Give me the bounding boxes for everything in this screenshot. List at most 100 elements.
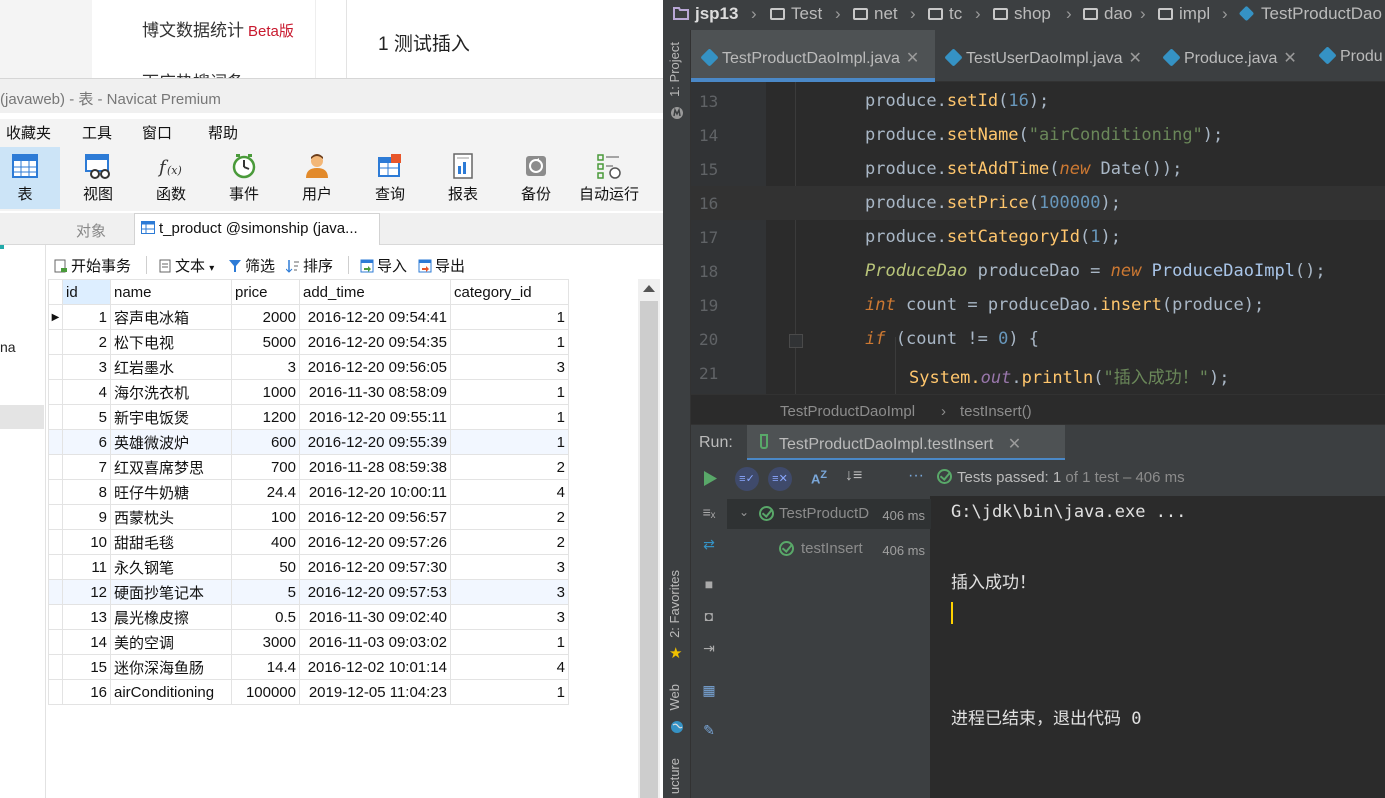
cell-category-id[interactable]: 2: [450, 504, 569, 530]
menu-window[interactable]: 窗口: [142, 122, 172, 143]
cell-name[interactable]: 海尔洗衣机: [110, 379, 232, 405]
nav-crumb-shop[interactable]: shop: [993, 4, 1051, 24]
cell-id[interactable]: 6: [62, 429, 111, 455]
code-line[interactable]: 17 produce.setCategoryId(1);: [691, 220, 1385, 254]
cell-price[interactable]: 100000: [231, 679, 300, 705]
favorites-tool-button[interactable]: 2: Favorites: [667, 570, 682, 638]
cell-add-time[interactable]: 2016-12-20 09:54:41: [299, 304, 451, 330]
tab-objects[interactable]: 对象: [48, 213, 134, 245]
cell-name[interactable]: 甜甜毛毯: [110, 529, 232, 555]
cell-add-time[interactable]: 2016-11-30 08:58:09: [299, 379, 451, 405]
cell-category-id[interactable]: 2: [450, 454, 569, 480]
scrollbar-thumb[interactable]: [640, 301, 658, 798]
toolbar-automation-button[interactable]: 自动运行: [574, 147, 644, 209]
tree-item-fragment[interactable]: na: [0, 339, 16, 355]
cell-add-time[interactable]: 2016-11-28 08:59:38: [299, 454, 451, 480]
cell-add-time[interactable]: 2016-12-20 09:56:05: [299, 354, 451, 380]
cell-price[interactable]: 14.4: [231, 654, 300, 680]
begin-transaction-button[interactable]: 开始事务: [54, 255, 131, 276]
table-row[interactable]: 11 永久钢笔 50 2016-12-20 09:57:30 3: [48, 554, 569, 580]
cell-id[interactable]: 9: [62, 504, 111, 530]
cell-id[interactable]: 11: [62, 554, 111, 580]
cell-category-id[interactable]: 1: [450, 404, 569, 430]
toolbar-query-button[interactable]: 查询: [355, 147, 425, 209]
cell-id[interactable]: 2: [62, 329, 111, 355]
cell-id[interactable]: 12: [62, 579, 111, 605]
cell-id[interactable]: 5: [62, 404, 111, 430]
more-icon[interactable]: ···: [908, 467, 924, 485]
table-row[interactable]: 8 旺仔牛奶糖 24.4 2016-12-20 10:00:11 4: [48, 479, 569, 505]
cell-category-id[interactable]: 3: [450, 604, 569, 630]
code-line-current[interactable]: 16 produce.setPrice(100000);: [691, 186, 1385, 220]
nav-crumb-net[interactable]: net: [853, 4, 898, 24]
cell-price[interactable]: 2000: [231, 304, 300, 330]
table-row[interactable]: 3 红岩墨水 3 2016-12-20 09:56:05 3: [48, 354, 569, 380]
toolbar-report-button[interactable]: 报表: [428, 147, 498, 209]
row-marker[interactable]: [48, 579, 63, 605]
cell-name[interactable]: 晨光橡皮擦: [110, 604, 232, 630]
close-icon[interactable]: ✕: [1283, 50, 1296, 67]
table-row[interactable]: 10 甜甜毛毯 400 2016-12-20 09:57:26 2: [48, 529, 569, 555]
cell-category-id[interactable]: 1: [450, 429, 569, 455]
cell-add-time[interactable]: 2016-11-30 09:02:40: [299, 604, 451, 630]
close-icon[interactable]: ✕: [1008, 436, 1021, 453]
row-marker[interactable]: [48, 504, 63, 530]
cell-id[interactable]: 13: [62, 604, 111, 630]
cell-add-time[interactable]: 2016-12-20 09:55:11: [299, 404, 451, 430]
project-tool-button[interactable]: 1: Project: [667, 42, 682, 97]
export-button[interactable]: 导出: [418, 255, 465, 276]
column-header-add-time[interactable]: add_time: [299, 279, 451, 305]
cell-add-time[interactable]: 2016-12-20 09:56:57: [299, 504, 451, 530]
table-row[interactable]: 14 美的空调 3000 2016-11-03 09:03:02 1: [48, 629, 569, 655]
cell-category-id[interactable]: 4: [450, 654, 569, 680]
cell-add-time[interactable]: 2016-11-03 09:03:02: [299, 629, 451, 655]
cell-name[interactable]: 新宇电饭煲: [110, 404, 232, 430]
toolbar-function-button[interactable]: f (x) 函数: [136, 147, 206, 209]
cell-add-time[interactable]: 2019-12-05 11:04:23: [299, 679, 451, 705]
cell-name[interactable]: 硬面抄笔记本: [110, 579, 232, 605]
column-header-price[interactable]: price: [231, 279, 300, 305]
cell-name[interactable]: 容声电冰箱: [110, 304, 232, 330]
cell-id[interactable]: 10: [62, 529, 111, 555]
menu-favorites[interactable]: 收藏夹: [6, 122, 51, 143]
cell-price[interactable]: 700: [231, 454, 300, 480]
cell-name[interactable]: 美的空调: [110, 629, 232, 655]
nav-crumb-test[interactable]: Test: [770, 4, 822, 24]
row-marker[interactable]: [48, 429, 63, 455]
chevron-down-icon[interactable]: ⌄: [739, 505, 749, 519]
close-icon[interactable]: ✕: [1129, 50, 1142, 67]
cell-category-id[interactable]: 3: [450, 579, 569, 605]
nav-crumb-project[interactable]: jsp13: [673, 4, 738, 24]
fold-marker-icon[interactable]: [789, 334, 803, 348]
table-row[interactable]: 15 迷你深海鱼肠 14.4 2016-12-02 10:01:14 4: [48, 654, 569, 680]
cell-price[interactable]: 0.5: [231, 604, 300, 630]
cell-category-id[interactable]: 1: [450, 379, 569, 405]
cell-id[interactable]: 16: [62, 679, 111, 705]
tree-selected-item[interactable]: [0, 405, 44, 429]
editor-crumb-class[interactable]: TestProductDaoImpl: [780, 403, 915, 420]
nav-crumb-tc[interactable]: tc: [928, 4, 962, 24]
cell-name[interactable]: 红岩墨水: [110, 354, 232, 380]
code-line[interactable]: 21 System.out.println("插入成功！");: [691, 356, 1385, 390]
clear-all-icon[interactable]: ≡ₓ: [700, 504, 718, 520]
row-marker[interactable]: [48, 379, 63, 405]
editor-tab-testproductdaoimpl[interactable]: TestProductDaoImpl.java ✕: [691, 30, 935, 82]
toolbar-event-button[interactable]: 事件: [209, 147, 279, 209]
code-line[interactable]: 18 ProduceDao produceDao = new ProduceDa…: [691, 254, 1385, 288]
cell-add-time[interactable]: 2016-12-20 09:57:53: [299, 579, 451, 605]
row-marker[interactable]: [48, 629, 63, 655]
row-marker[interactable]: [48, 404, 63, 430]
cell-category-id[interactable]: 4: [450, 479, 569, 505]
cell-category-id[interactable]: 1: [450, 679, 569, 705]
table-row[interactable]: 7 红双喜席梦思 700 2016-11-28 08:59:38 2: [48, 454, 569, 480]
scroll-up-arrow-icon[interactable]: [643, 285, 655, 292]
cell-price[interactable]: 100: [231, 504, 300, 530]
row-marker[interactable]: [48, 604, 63, 630]
table-row[interactable]: 6 英雄微波炉 600 2016-12-20 09:55:39 1: [48, 429, 569, 455]
cell-name[interactable]: 松下电视: [110, 329, 232, 355]
cell-add-time[interactable]: 2016-12-20 09:55:39: [299, 429, 451, 455]
table-row[interactable]: 2 松下电视 5000 2016-12-20 09:54:35 1: [48, 329, 569, 355]
row-marker[interactable]: [48, 529, 63, 555]
cell-id[interactable]: 1: [62, 304, 111, 330]
toolbar-backup-button[interactable]: 备份: [501, 147, 571, 209]
